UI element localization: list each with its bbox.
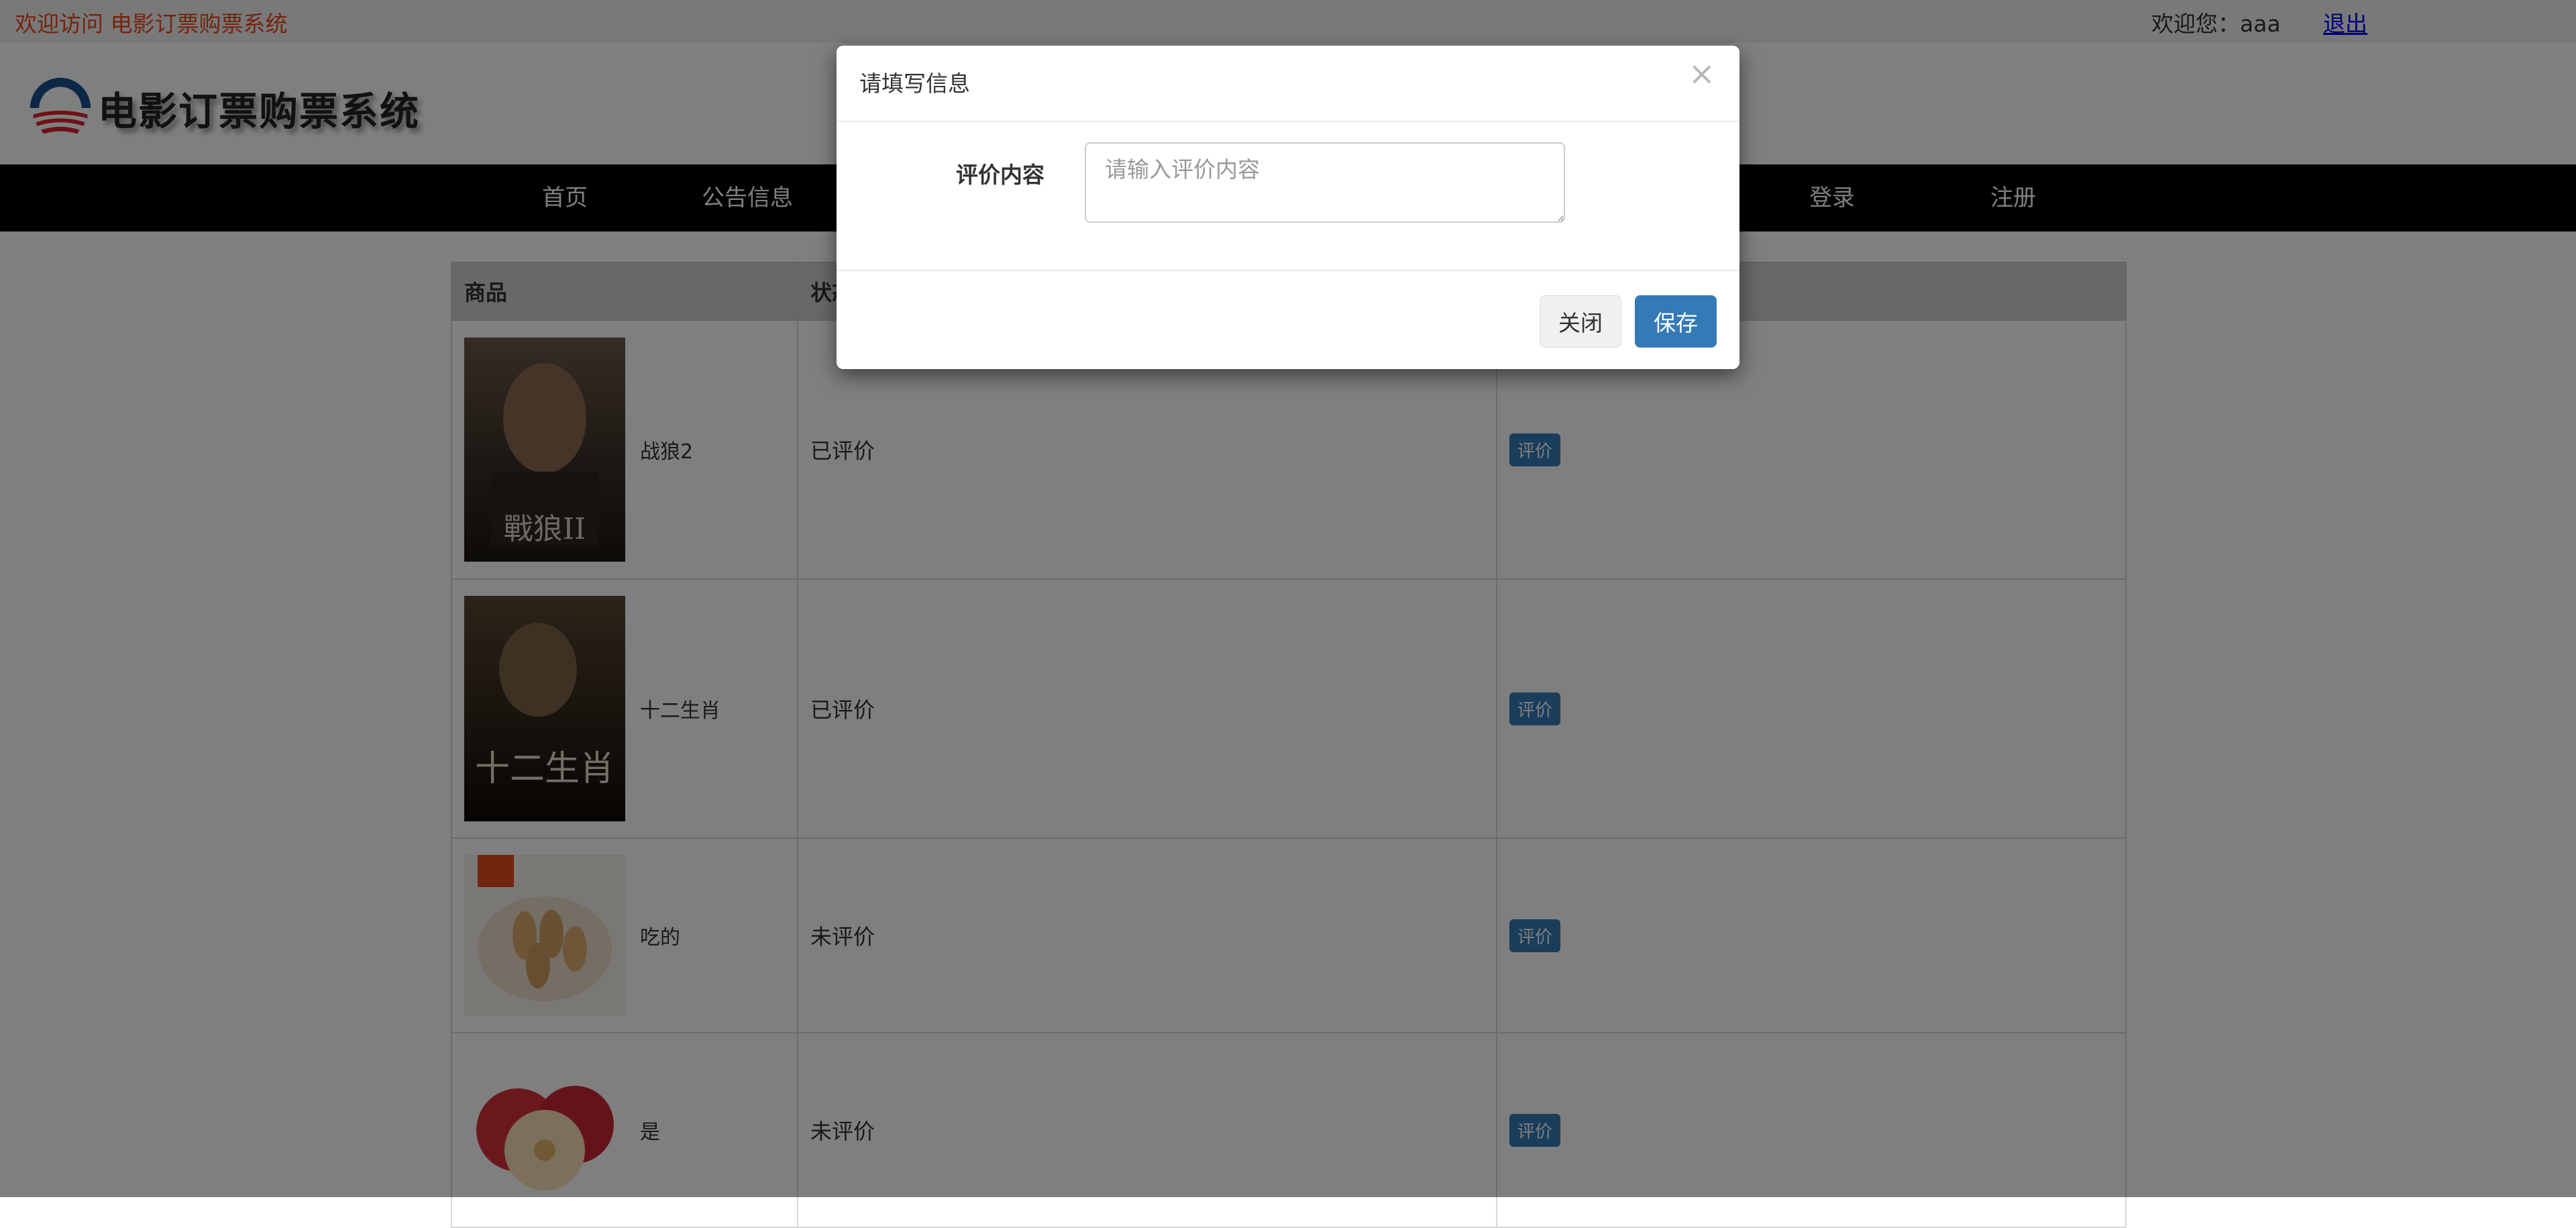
save-button[interactable]: 保存 [1635, 295, 1717, 348]
modal-footer: 关闭 保存 [837, 271, 1739, 369]
review-content-textarea[interactable] [1085, 142, 1565, 223]
modal-body: 评价内容 [837, 122, 1739, 271]
review-modal: 请填写信息 × 评价内容 关闭 保存 [837, 46, 1739, 369]
close-icon[interactable]: × [1688, 58, 1715, 90]
close-button[interactable]: 关闭 [1540, 295, 1621, 348]
modal-title: 请填写信息 [859, 70, 970, 97]
review-content-label: 评价内容 [956, 162, 1044, 188]
modal-header: 请填写信息 × [837, 46, 1739, 122]
